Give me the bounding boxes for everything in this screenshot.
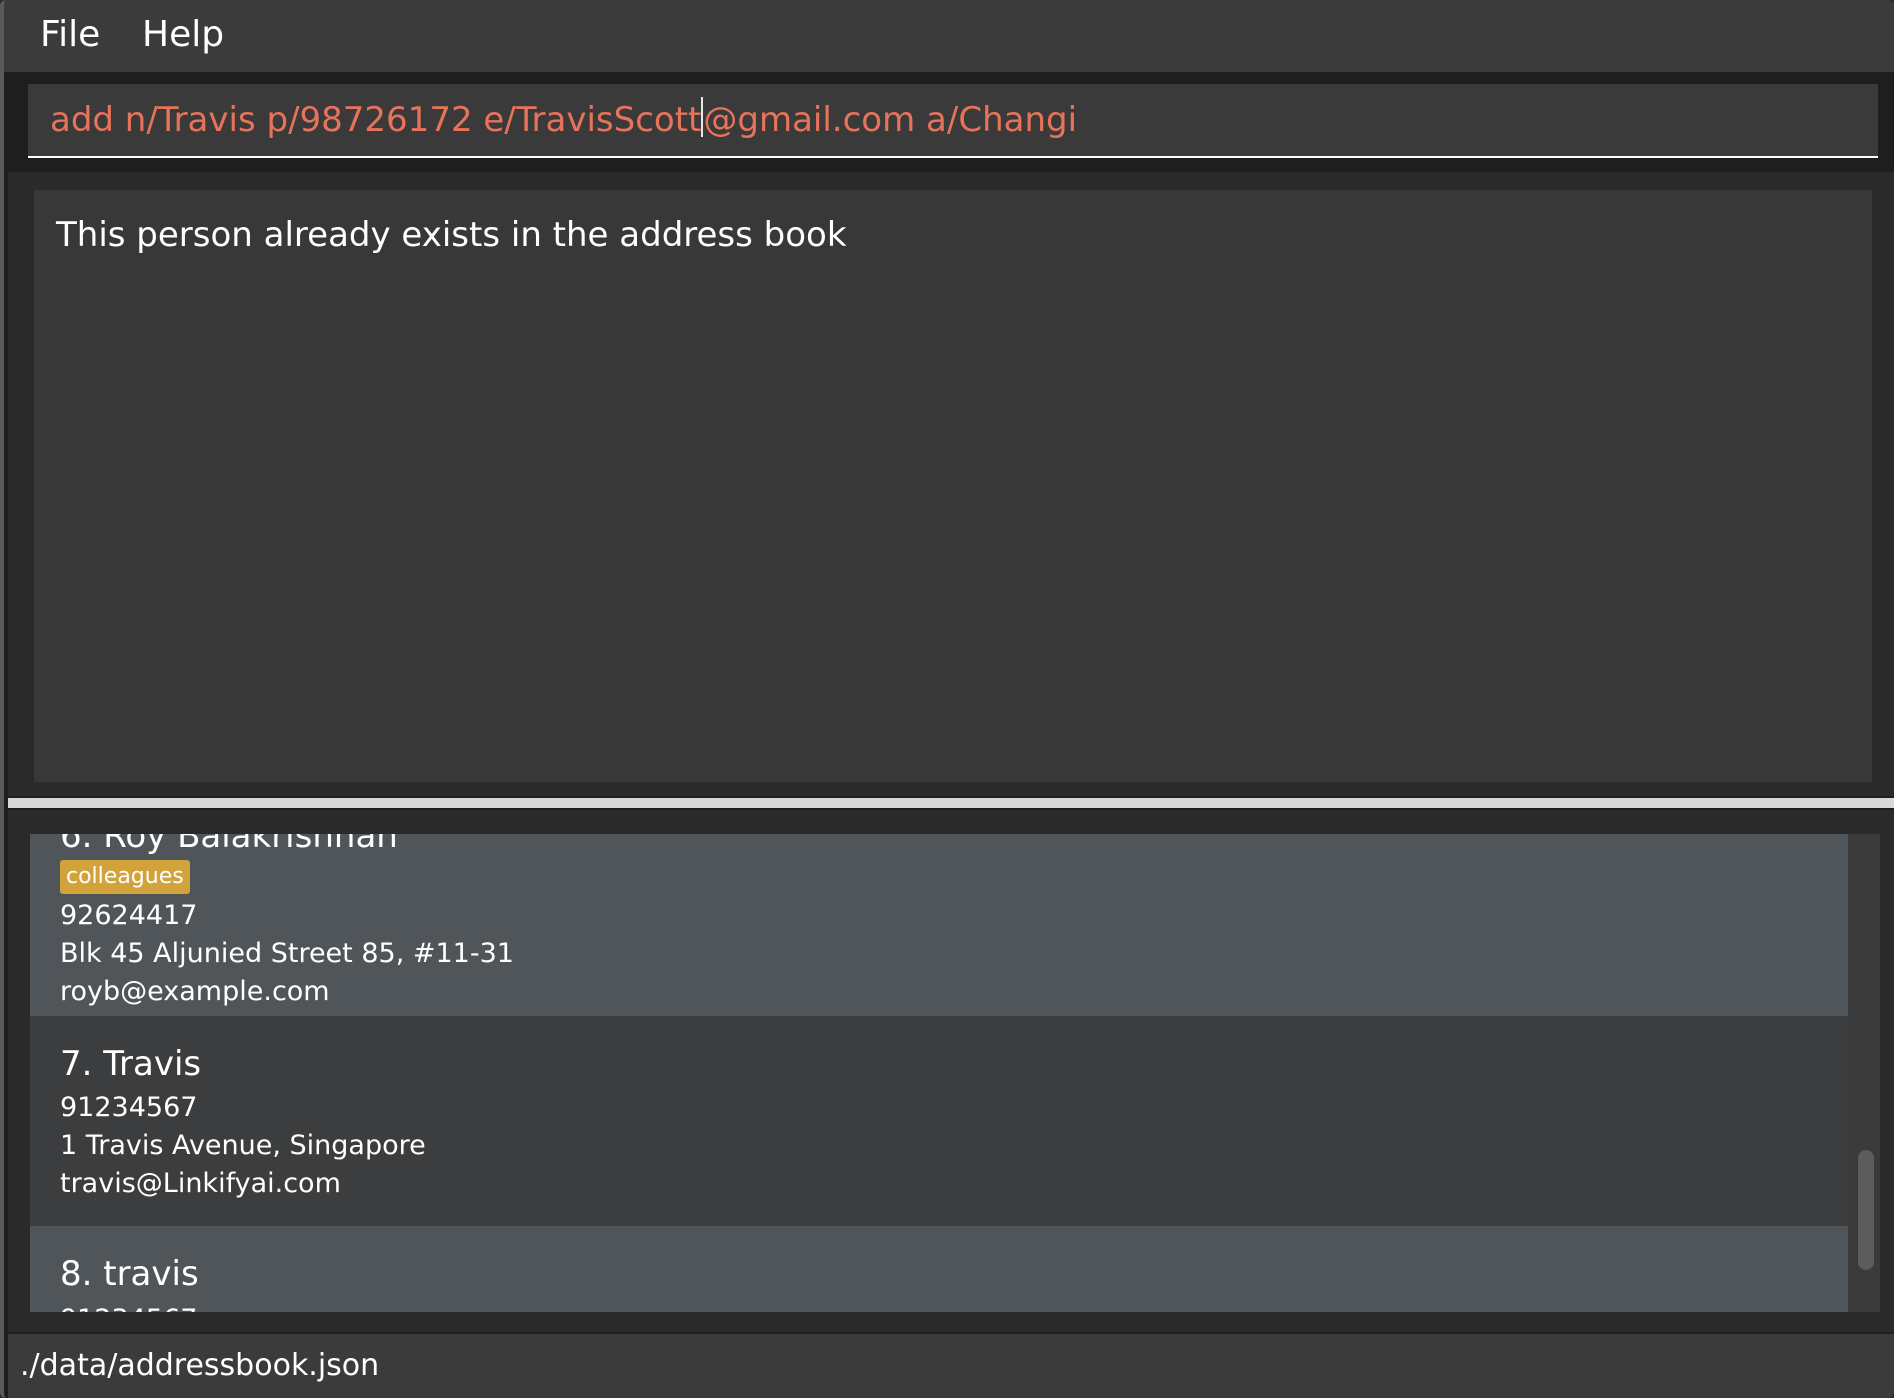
person-list[interactable]: 6. Roy Balakrishnan colleagues 92624417 … [30, 834, 1880, 1312]
status-bar: ./data/addressbook.json [8, 1334, 1894, 1398]
person-card[interactable]: 8. travis 91234567 [30, 1226, 1848, 1312]
person-list-frame: 6. Roy Balakrishnan colleagues 92624417 … [8, 810, 1894, 1332]
result-message: This person already exists in the addres… [56, 215, 847, 255]
result-display[interactable]: This person already exists in the addres… [34, 190, 1872, 782]
command-input[interactable]: add n/Travis p/98726172 e/TravisScott@gm… [28, 84, 1878, 158]
split-pane-divider[interactable] [8, 798, 1894, 808]
tag-badge: colleagues [60, 860, 190, 894]
result-display-frame: This person already exists in the addres… [8, 172, 1894, 796]
person-phone: 91234567 [60, 1302, 197, 1312]
person-name: 6. Roy Balakrishnan [60, 834, 398, 856]
person-email: travis@Linkifyai.com [60, 1168, 341, 1199]
address-book-window: File Help add n/Travis p/98726172 e/Trav… [0, 0, 1894, 1398]
person-card[interactable]: 7. Travis 91234567 1 Travis Avenue, Sing… [30, 1016, 1848, 1226]
person-phone: 92624417 [60, 900, 198, 931]
command-text-after-caret: @gmail.com a/Changi [703, 100, 1078, 140]
person-address: Blk 45 Aljunied Street 85, #11-31 [60, 938, 514, 969]
person-card[interactable]: 6. Roy Balakrishnan colleagues 92624417 … [30, 834, 1848, 1016]
person-email: royb@example.com [60, 976, 330, 1007]
person-name: 7. Travis [60, 1044, 202, 1084]
menu-bar: File Help [4, 0, 1894, 72]
menu-help[interactable]: Help [134, 10, 232, 60]
command-text-before-caret: add n/Travis p/98726172 e/TravisScott [50, 100, 702, 140]
scrollbar-thumb[interactable] [1858, 1150, 1874, 1270]
command-input-text: add n/Travis p/98726172 e/TravisScott@gm… [50, 96, 1077, 144]
person-address: 1 Travis Avenue, Singapore [60, 1130, 426, 1161]
person-name: 8. travis [60, 1254, 199, 1294]
save-location: ./data/addressbook.json [20, 1348, 380, 1383]
scrollbar[interactable] [1852, 834, 1880, 1312]
person-phone: 91234567 [60, 1092, 198, 1123]
menu-file[interactable]: File [32, 10, 108, 60]
